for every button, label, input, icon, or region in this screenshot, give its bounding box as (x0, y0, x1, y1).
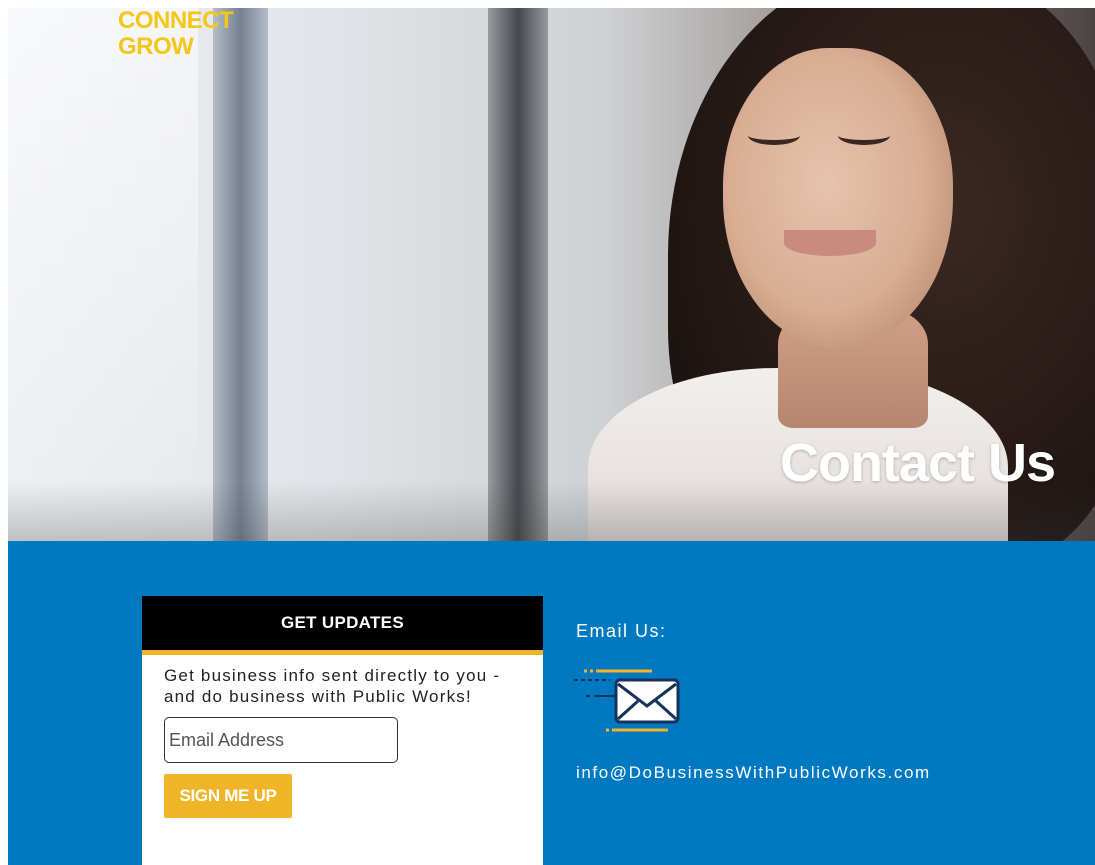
page-title: Contact Us (779, 433, 1056, 493)
hero-background-pillar (213, 8, 268, 541)
logo-line: GROW (118, 33, 194, 60)
hero-background-pillar (488, 8, 548, 541)
envelope-icon (574, 669, 680, 732)
logo-line: CONNECT (118, 7, 234, 34)
site-logo[interactable]: CONNECT GROW (118, 7, 234, 60)
email-address-input[interactable] (164, 717, 398, 763)
hero-photo-face (723, 48, 953, 348)
contact-email-link[interactable]: info@DoBusinessWithPublicWorks.com (576, 763, 931, 783)
hero-photo-eye (748, 126, 800, 145)
hero-photo-smile (784, 230, 876, 256)
signup-heading: GET UPDATES (281, 613, 404, 632)
signup-card-header: GET UPDATES (142, 596, 543, 655)
hero-photo-eye (838, 126, 890, 145)
email-us-label: Email Us: (576, 621, 667, 641)
signup-card: GET UPDATES Get business info sent direc… (142, 596, 543, 865)
signup-description: Get business info sent directly to you -… (164, 666, 501, 706)
hero-background-window (8, 8, 198, 541)
signup-card-body: Get business info sent directly to you -… (142, 655, 543, 818)
sign-me-up-button[interactable]: SIGN ME UP (164, 774, 292, 818)
